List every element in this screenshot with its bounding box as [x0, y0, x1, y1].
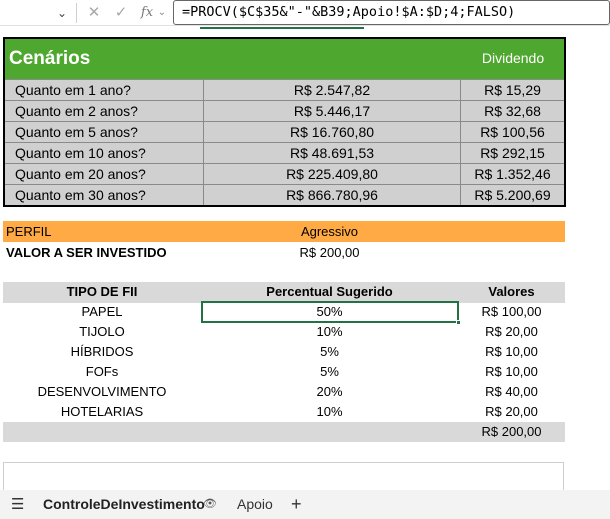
fx-icon[interactable]: fx	[136, 2, 158, 24]
close-icon[interactable]: ✕	[84, 2, 104, 24]
pct-header[interactable]: Percentual Sugerido	[201, 282, 458, 302]
fii-type[interactable]: HOTELARIAS	[3, 402, 201, 422]
scenario-label[interactable]: Quanto em 20 anos?	[15, 164, 146, 184]
scenario-label[interactable]: Quanto em 1 ano?	[15, 80, 131, 100]
scenario-total[interactable]: R$ 2.547,82	[203, 80, 460, 100]
fii-pct[interactable]: 10%	[201, 402, 458, 422]
invest-row[interactable]: VALOR A SER INVESTIDO R$ 200,00	[3, 242, 565, 263]
scenario-dividend[interactable]: R$ 1.352,46	[460, 164, 564, 184]
scenario-dividend[interactable]: R$ 5.200,69	[460, 185, 564, 205]
divider	[76, 3, 77, 23]
invest-label[interactable]: VALOR A SER INVESTIDO	[6, 242, 167, 263]
allocation-total-row[interactable]: R$ 200,00	[3, 422, 565, 442]
selected-cell[interactable]	[201, 301, 461, 325]
scenario-total[interactable]: R$ 16.760,80	[203, 122, 460, 142]
fii-value[interactable]: R$ 40,00	[458, 382, 565, 402]
scenario-dividend[interactable]: R$ 292,15	[460, 143, 564, 163]
fx-label: fx	[140, 5, 154, 20]
scenarios-header: Cenários Dividendo	[5, 39, 564, 79]
scenario-dividend[interactable]: R$ 100,56	[460, 122, 564, 142]
scenario-label[interactable]: Quanto em 30 anos?	[15, 185, 146, 205]
hamburger-menu-icon[interactable]: ☰	[11, 490, 24, 519]
allocation-total[interactable]: R$ 200,00	[458, 422, 565, 442]
scenarios-title: Cenários	[9, 48, 91, 69]
type-header[interactable]: TIPO DE FII	[3, 282, 201, 302]
table-row[interactable]: DESENVOLVIMENTO 20% R$ 40,00	[3, 382, 565, 402]
chevron-down-small-icon[interactable]: ⌄	[157, 2, 167, 24]
sheet-tab-apoio[interactable]: Apoio	[237, 490, 273, 519]
value-header[interactable]: Valores	[458, 282, 565, 302]
scenario-total[interactable]: R$ 48.691,53	[203, 143, 460, 163]
profile-label[interactable]: PERFIL	[6, 221, 52, 242]
scenario-label[interactable]: Quanto em 2 anos?	[15, 101, 138, 121]
fii-pct[interactable]: 5%	[201, 342, 458, 362]
plus-icon[interactable]: +	[291, 490, 302, 519]
profile-value[interactable]: Agressivo	[201, 221, 458, 242]
formula-input[interactable]: =PROCV($C$35&"-"&B39;Apoio!$A:$D;4;FALSO…	[173, 0, 610, 25]
fii-value[interactable]: R$ 20,00	[458, 402, 565, 422]
profile-row[interactable]: PERFIL Agressivo	[3, 221, 565, 242]
scenario-dividend[interactable]: R$ 15,29	[460, 80, 564, 100]
table-row[interactable]: Quanto em 5 anos? R$ 16.760,80 R$ 100,56	[5, 121, 564, 142]
fii-type[interactable]: TIJOLO	[3, 322, 201, 342]
scenario-total[interactable]: R$ 5.446,17	[203, 101, 460, 121]
formula-bar: ⌄ ✕ ✓ fx ⌄ =PROCV($C$35&"-"&B39;Apoio!$A…	[0, 0, 610, 29]
check-icon[interactable]: ✓	[111, 2, 131, 24]
fii-value[interactable]: R$ 20,00	[458, 322, 565, 342]
table-row[interactable]: HÍBRIDOS 5% R$ 10,00	[3, 342, 565, 362]
scenario-total[interactable]: R$ 225.409,80	[203, 164, 460, 184]
fii-pct[interactable]: 5%	[201, 362, 458, 382]
table-row[interactable]: FOFs 5% R$ 10,00	[3, 362, 565, 382]
scenario-total[interactable]: R$ 866.780,96	[203, 185, 460, 205]
sheet-tabs-bar: ☰ ControleDeInvestimento 👁 Apoio +	[0, 490, 610, 519]
scenario-label[interactable]: Quanto em 5 anos?	[15, 122, 138, 142]
allocation-header: TIPO DE FII Percentual Sugerido Valores	[3, 282, 565, 303]
scenario-dividend[interactable]: R$ 32,68	[460, 101, 564, 121]
fii-type[interactable]: HÍBRIDOS	[3, 342, 201, 362]
fii-value[interactable]: R$ 100,00	[458, 302, 565, 322]
scenario-label[interactable]: Quanto em 10 anos?	[15, 143, 146, 163]
dividend-header: Dividendo	[481, 50, 545, 66]
scenarios-table: Cenários Dividendo Quanto em 1 ano? R$ 2…	[3, 37, 566, 207]
table-row[interactable]: Quanto em 1 ano? R$ 2.547,82 R$ 15,29	[5, 79, 564, 100]
fii-value[interactable]: R$ 10,00	[458, 342, 565, 362]
fii-type[interactable]: PAPEL	[3, 302, 201, 322]
table-row[interactable]: Quanto em 30 anos? R$ 866.780,96 R$ 5.20…	[5, 184, 564, 205]
table-row[interactable]: HOTELARIAS 10% R$ 20,00	[3, 402, 565, 422]
invest-value[interactable]: R$ 200,00	[201, 242, 458, 263]
chevron-down-icon[interactable]: ⌄	[52, 3, 72, 23]
table-row[interactable]: Quanto em 10 anos? R$ 48.691,53 R$ 292,1…	[5, 142, 564, 163]
formula-highlight	[200, 27, 364, 29]
fill-handle[interactable]	[456, 320, 461, 325]
table-row[interactable]: Quanto em 20 anos? R$ 225.409,80 R$ 1.35…	[5, 163, 564, 184]
fii-type[interactable]: FOFs	[3, 362, 201, 382]
fii-type[interactable]: DESENVOLVIMENTO	[3, 382, 201, 402]
table-row[interactable]: TIJOLO 10% R$ 20,00	[3, 322, 565, 342]
fii-value[interactable]: R$ 10,00	[458, 362, 565, 382]
eye-icon[interactable]: 👁	[203, 490, 217, 519]
table-row[interactable]: Quanto em 2 anos? R$ 5.446,17 R$ 32,68	[5, 100, 564, 121]
fii-pct[interactable]: 20%	[201, 382, 458, 402]
fii-pct[interactable]: 10%	[201, 322, 458, 342]
sheet-tab-active[interactable]: ControleDeInvestimento	[43, 490, 205, 519]
